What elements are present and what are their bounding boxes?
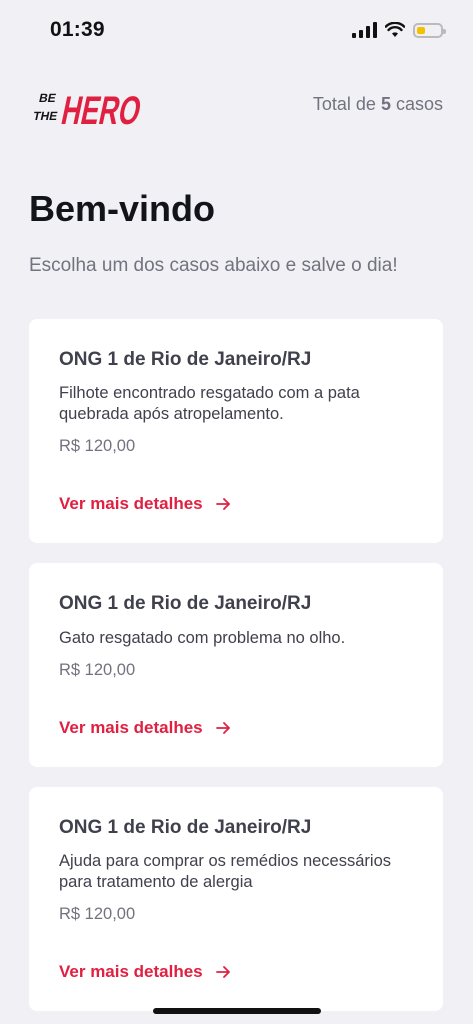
case-details-link[interactable]: Ver mais detalhes: [59, 494, 231, 514]
case-ong: ONG 1 de Rio de Janeiro/RJ: [59, 593, 312, 614]
header: BE THE HERO Total de 5 casos: [29, 80, 443, 134]
case-value: R$ 120,00: [59, 437, 136, 455]
status-icons: [352, 22, 446, 38]
arrow-right-icon: [215, 722, 230, 734]
case-card: ONG 1 de Rio de Janeiro/RJ Filhote encon…: [29, 319, 443, 543]
arrow-right-icon: [215, 966, 230, 978]
case-details-label: Ver mais detalhes: [59, 718, 203, 737]
total-prefix: Total de: [312, 94, 376, 114]
case-description: Gato resgatado com problema no olho.: [59, 629, 346, 647]
page-title: Bem-vindo: [29, 188, 216, 229]
svg-text:THE: THE: [32, 109, 59, 123]
case-details-link[interactable]: Ver mais detalhes: [59, 962, 231, 982]
home-indicator[interactable]: [153, 1008, 321, 1014]
battery-icon: [413, 22, 446, 38]
be-the-hero-logo: BE THE HERO: [32, 87, 146, 132]
case-card: ONG 1 de Rio de Janeiro/RJ Ajuda para co…: [29, 787, 443, 1011]
total-count: 5: [380, 94, 391, 114]
status-time: 01:39: [50, 18, 105, 41]
svg-text:BE: BE: [38, 91, 58, 105]
svg-text:HERO: HERO: [58, 87, 146, 132]
case-ong: ONG 1 de Rio de Janeiro/RJ: [59, 817, 312, 838]
case-details-label: Ver mais detalhes: [59, 962, 203, 981]
case-description: Filhote encontrado resgatado com a pata …: [59, 384, 360, 423]
status-bar: 01:39: [0, 0, 473, 62]
battery-level: [417, 26, 425, 34]
case-value: R$ 120,00: [59, 905, 136, 923]
wifi-icon: [385, 22, 405, 37]
signal-icon: [352, 22, 377, 38]
case-details-label: Ver mais detalhes: [59, 494, 203, 513]
total-cases: Total de 5 casos: [313, 94, 443, 115]
case-details-link[interactable]: Ver mais detalhes: [59, 718, 231, 738]
case-description: Ajuda para comprar os remédios necessári…: [59, 852, 391, 891]
case-card: ONG 1 de Rio de Janeiro/RJ Gato resgatad…: [29, 563, 443, 767]
case-ong: ONG 1 de Rio de Janeiro/RJ: [59, 349, 312, 370]
case-value: R$ 120,00: [59, 661, 136, 679]
total-suffix: casos: [395, 94, 443, 114]
arrow-right-icon: [215, 498, 230, 510]
page-subtitle: Escolha um dos casos abaixo e salve o di…: [29, 255, 398, 276]
